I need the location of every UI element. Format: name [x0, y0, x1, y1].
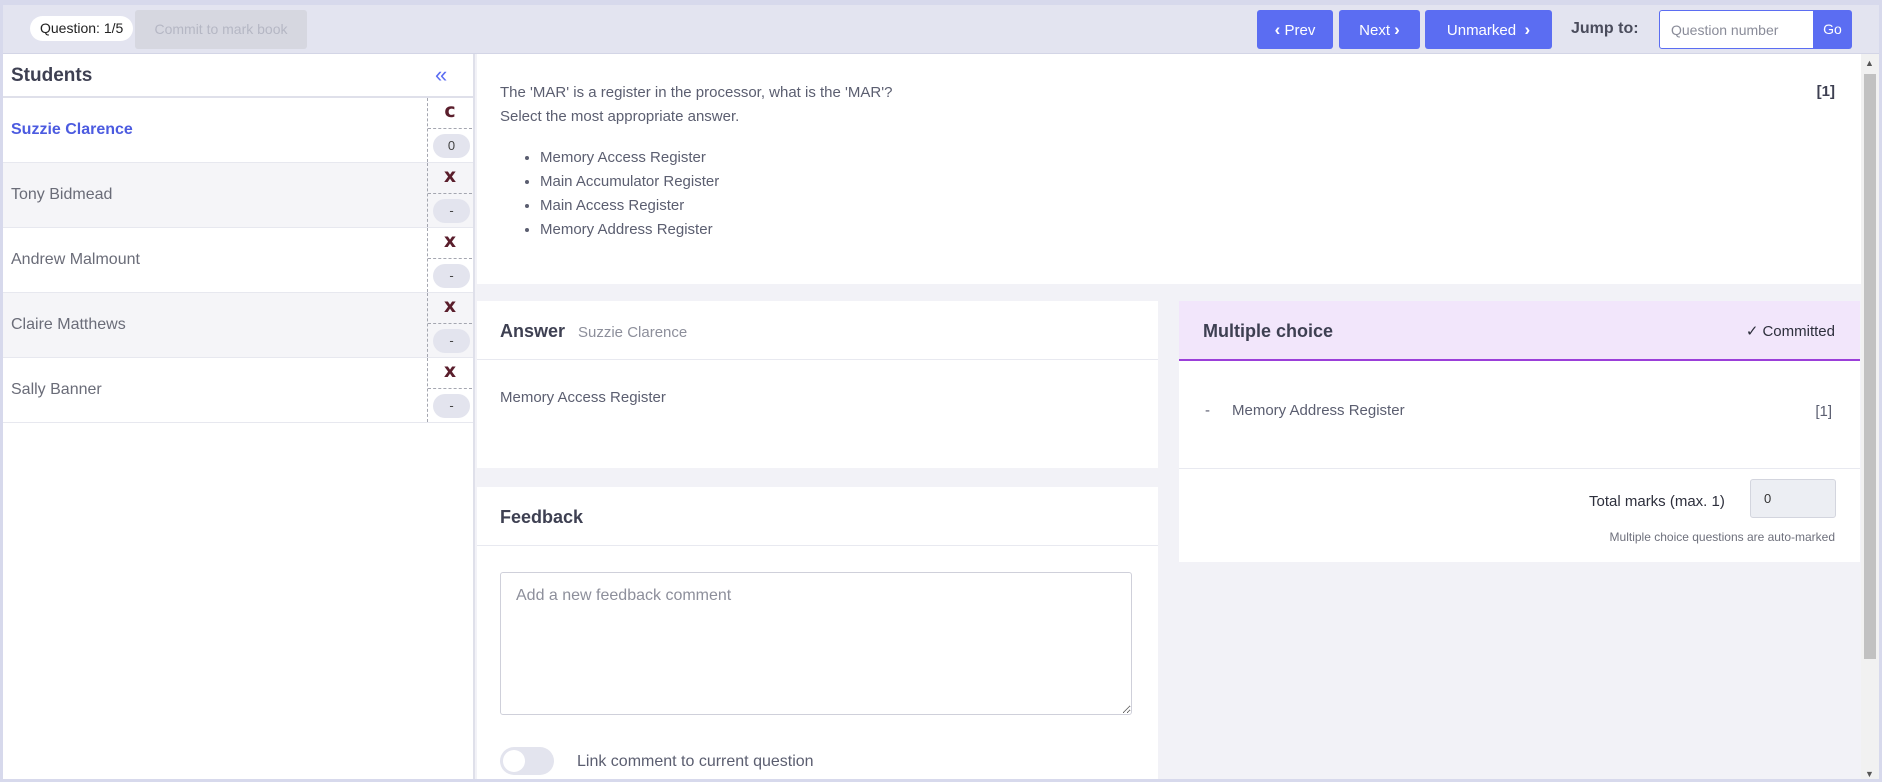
prev-button[interactable]: ‹ Prev [1257, 10, 1333, 49]
question-option: Memory Access Register [540, 146, 719, 170]
feedback-card: Feedback Link comment to current questio… [477, 487, 1158, 779]
scroll-up-arrow-icon[interactable]: ▲ [1865, 58, 1874, 68]
sidebar-header: Students « [3, 54, 473, 98]
question-option: Main Access Register [540, 194, 719, 218]
question-panel: The 'MAR' is a register in the processor… [477, 54, 1861, 284]
question-line-2: Select the most appropriate answer. [500, 108, 740, 125]
next-button-label: Next [1359, 22, 1390, 39]
student-answer-text: Memory Access Register [500, 389, 666, 406]
commit-to-mark-book-button[interactable]: Commit to mark book [135, 10, 307, 49]
student-status-cell: x - [427, 228, 472, 292]
sidebar-title: Students [11, 65, 93, 86]
unmarked-button[interactable]: Unmarked › [1425, 10, 1552, 49]
top-toolbar: Question: 1/5 Commit to mark book ‹ Prev… [3, 5, 1879, 54]
committed-status: ✓ Committed [1746, 322, 1835, 340]
feedback-card-header: Feedback [477, 487, 1158, 546]
answer-title: Answer [500, 321, 566, 341]
link-comment-toggle[interactable] [500, 747, 554, 775]
student-status-mark: c [444, 100, 456, 122]
student-name: Tony Bidmead [11, 186, 113, 203]
student-status-cell: x - [427, 358, 472, 422]
jump-to-label: Jump to: [1571, 20, 1639, 37]
student-list: Suzzie Clarence c 0 Tony Bidmead x - And… [3, 98, 473, 423]
chevron-right-icon: › [1394, 20, 1400, 39]
committed-label: Committed [1762, 323, 1835, 340]
student-row[interactable]: Claire Matthews x - [3, 293, 473, 358]
student-name: Sally Banner [11, 381, 102, 398]
student-status-mark: x [443, 230, 457, 252]
multiple-choice-header: Multiple choice ✓ Committed [1179, 301, 1860, 361]
multiple-choice-card: Multiple choice ✓ Committed - Memory Addr… [1179, 301, 1860, 562]
student-row[interactable]: Andrew Malmount x - [3, 228, 473, 293]
student-row[interactable]: Sally Banner x - [3, 358, 473, 423]
students-sidebar: Students « Suzzie Clarence c 0 Tony Bidm… [3, 54, 475, 779]
prev-button-label: Prev [1284, 22, 1316, 39]
auto-marked-note: Multiple choice questions are auto-marke… [1609, 530, 1835, 544]
student-score-badge: - [433, 199, 470, 223]
scroll-down-arrow-icon[interactable]: ▼ [1865, 769, 1874, 779]
answer-student-name: Suzzie Clarence [578, 324, 688, 341]
student-name: Andrew Malmount [11, 251, 140, 268]
question-line-1: The 'MAR' is a register in the processor… [500, 84, 893, 101]
correct-answer-mark: [1] [1815, 403, 1832, 420]
chevron-left-icon: ‹ [1274, 20, 1281, 39]
student-score-badge: - [433, 329, 470, 353]
question-number-input[interactable] [1659, 10, 1814, 49]
feedback-title: Feedback [500, 507, 584, 527]
student-status-mark: x [443, 295, 457, 317]
student-status-mark: x [443, 360, 457, 382]
total-marks-input[interactable] [1750, 479, 1836, 518]
go-button[interactable]: Go [1813, 10, 1852, 49]
student-row[interactable]: Tony Bidmead x - [3, 163, 473, 228]
next-button[interactable]: Next › [1339, 10, 1420, 49]
student-score-badge: - [433, 394, 470, 418]
question-options: Memory Access Register Main Accumulator … [540, 146, 719, 242]
student-status-mark: x [443, 165, 457, 187]
student-status-cell: x - [427, 293, 472, 357]
student-score-badge: 0 [433, 134, 470, 158]
student-row[interactable]: Suzzie Clarence c 0 [3, 98, 473, 163]
collapse-sidebar-icon[interactable]: « [435, 62, 447, 88]
question-option: Memory Address Register [540, 218, 719, 242]
student-name: Claire Matthews [11, 316, 126, 333]
toggle-knob [503, 750, 525, 772]
chevron-right-icon: › [1524, 20, 1531, 39]
answer-bullet: - [1205, 402, 1210, 419]
total-marks-label: Total marks (max. 1) [1589, 493, 1725, 510]
checkmark-icon: ✓ [1745, 323, 1759, 340]
link-comment-label: Link comment to current question [577, 753, 814, 770]
page-scrollbar[interactable]: ▲ ▼ [1861, 54, 1879, 779]
correct-answer-text: Memory Address Register [1232, 402, 1405, 419]
student-status-cell: x - [427, 163, 472, 227]
app-frame: Question: 1/5 Commit to mark book ‹ Prev… [0, 0, 1882, 782]
status-divider [428, 128, 472, 129]
status-divider [428, 388, 472, 389]
status-divider [428, 193, 472, 194]
status-divider [428, 258, 472, 259]
answer-card-header: Answer Suzzie Clarence [477, 301, 1158, 360]
answer-card: Answer Suzzie Clarence Memory Access Reg… [477, 301, 1158, 468]
multiple-choice-title: Multiple choice [1203, 321, 1334, 341]
status-divider [428, 323, 472, 324]
scrollbar-thumb[interactable] [1864, 74, 1876, 659]
correct-answer-row: - Memory Address Register [1] [1179, 361, 1860, 469]
student-status-cell: c 0 [427, 98, 472, 162]
question-text: The 'MAR' is a register in the processor… [500, 81, 892, 129]
question-marks: [1] [1816, 83, 1835, 100]
student-name: Suzzie Clarence [11, 121, 133, 138]
feedback-comment-input[interactable] [500, 572, 1132, 715]
question-option: Main Accumulator Register [540, 170, 719, 194]
student-score-badge: - [433, 264, 470, 288]
question-indicator: Question: 1/5 [30, 16, 134, 41]
unmarked-button-label: Unmarked [1446, 22, 1517, 39]
